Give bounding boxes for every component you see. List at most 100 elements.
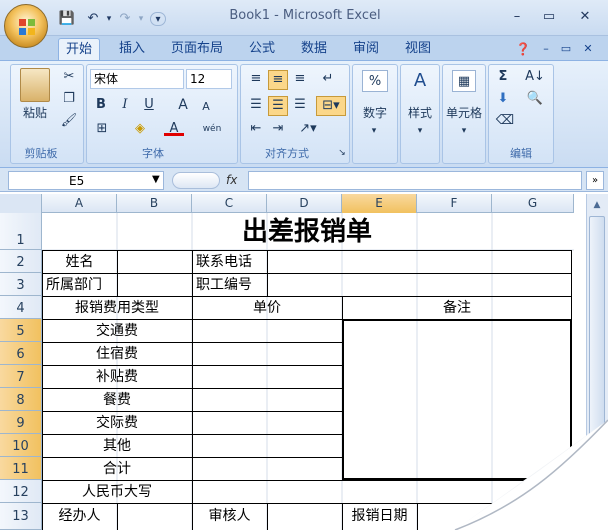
help-icon[interactable]: ❓ <box>512 38 534 60</box>
row-header-10[interactable]: 10 <box>0 434 42 457</box>
office-button[interactable] <box>4 4 48 48</box>
number-button[interactable]: 数字 <box>354 104 396 121</box>
format-painter-icon[interactable]: 🖌 <box>60 112 78 130</box>
row-header-4[interactable]: 4 <box>0 296 42 319</box>
fill-color-icon[interactable]: ◈ <box>130 120 150 138</box>
copy-icon[interactable]: ❐ <box>60 90 78 108</box>
reviewer-label-cell[interactable]: 审核人 <box>192 506 267 526</box>
handler-label-cell[interactable]: 经办人 <box>42 506 117 526</box>
align-center-icon[interactable]: ☰ <box>268 96 288 116</box>
border-icon[interactable]: ⊞ <box>92 120 112 138</box>
row-header-6[interactable]: 6 <box>0 342 42 365</box>
find-select-icon[interactable]: 🔍 <box>522 90 548 108</box>
total-cell[interactable]: 合计 <box>42 459 192 479</box>
grow-font-button[interactable]: A <box>174 96 192 114</box>
increase-indent-icon[interactable]: ⇥ <box>268 120 288 138</box>
row-header-5[interactable]: 5 <box>0 319 42 342</box>
styles-button[interactable]: 样式 <box>402 104 438 121</box>
dept-label-cell[interactable]: 所属部门 <box>42 275 117 295</box>
expense-item-cell[interactable]: 住宿费 <box>42 344 192 364</box>
expense-item-cell[interactable]: 其他 <box>42 436 192 456</box>
autosum-button[interactable]: Σ <box>494 68 512 86</box>
phone-label-cell[interactable]: 联系电话 <box>192 252 267 272</box>
formula-bar-splitter[interactable] <box>172 172 220 189</box>
row-header-1[interactable]: 1 <box>0 213 42 250</box>
cells-dropdown-icon[interactable]: ▾ <box>459 122 469 140</box>
note-header-cell[interactable]: 备注 <box>342 298 572 318</box>
row-header-3[interactable]: 3 <box>0 273 42 296</box>
ribbon-minimize-icon[interactable]: – <box>536 38 556 60</box>
row-header-9[interactable]: 9 <box>0 411 42 434</box>
font-color-button[interactable]: A <box>164 120 184 136</box>
expense-item-cell[interactable]: 交通费 <box>42 321 192 341</box>
redo-icon[interactable]: ↷ <box>114 10 136 28</box>
number-dropdown-icon[interactable]: ▾ <box>369 122 379 140</box>
column-header-d[interactable]: D <box>267 194 342 213</box>
column-header-b[interactable]: B <box>117 194 192 213</box>
name-label-cell[interactable]: 姓名 <box>42 252 117 272</box>
expense-item-cell[interactable]: 交际费 <box>42 413 192 433</box>
column-header-f[interactable]: F <box>417 194 492 213</box>
name-box-dropdown-icon[interactable]: ▼ <box>152 172 162 188</box>
merge-center-icon[interactable]: ⊟▾ <box>316 96 346 116</box>
insert-function-button[interactable]: fx <box>226 171 246 190</box>
align-bottom-icon[interactable]: ≡ <box>290 70 310 88</box>
align-right-icon[interactable]: ☰ <box>290 96 310 114</box>
align-left-icon[interactable]: ☰ <box>246 96 266 114</box>
expense-item-cell[interactable]: 补贴费 <box>42 367 192 387</box>
rmb-label-cell[interactable]: 人民币大写 <box>42 482 192 502</box>
tab-page-layout[interactable]: 页面布局 <box>164 38 230 60</box>
row-header-8[interactable]: 8 <box>0 388 42 411</box>
column-header-e[interactable]: E <box>342 194 417 213</box>
ribbon-close-icon[interactable]: ✕ <box>578 38 598 60</box>
bold-button[interactable]: B <box>92 96 110 114</box>
tab-home[interactable]: 开始 <box>58 38 100 60</box>
row-header-2[interactable]: 2 <box>0 250 42 273</box>
expense-type-header-cell[interactable]: 报销费用类型 <box>42 298 192 318</box>
staff-id-label-cell[interactable]: 职工编号 <box>192 275 267 295</box>
paste-icon[interactable] <box>20 68 50 102</box>
undo-dropdown-icon[interactable]: ▾ <box>104 10 114 28</box>
tab-review[interactable]: 审阅 <box>346 38 386 60</box>
save-icon[interactable]: 💾 <box>58 10 76 28</box>
sort-filter-icon[interactable]: A↓ <box>522 68 548 86</box>
row-header-7[interactable]: 7 <box>0 365 42 388</box>
close-icon[interactable]: ✕ <box>574 8 596 26</box>
row-header-12[interactable]: 12 <box>0 480 42 503</box>
styles-icon[interactable]: A <box>408 70 432 92</box>
italic-button[interactable]: I <box>116 96 134 114</box>
alignment-launcher-icon[interactable]: ↘ <box>336 146 348 160</box>
underline-button[interactable]: U <box>140 96 158 114</box>
select-all-corner[interactable] <box>0 194 42 213</box>
column-header-c[interactable]: C <box>192 194 267 213</box>
scroll-thumb[interactable] <box>589 216 605 436</box>
cells-icon[interactable]: ▦ <box>452 70 476 92</box>
column-header-a[interactable]: A <box>42 194 117 213</box>
font-name-select[interactable]: 宋体 <box>90 69 184 89</box>
maximize-icon[interactable]: ▭ <box>538 8 560 26</box>
wrap-text-icon[interactable]: ↵ <box>318 70 338 88</box>
phonetic-button[interactable]: wén <box>200 120 224 138</box>
styles-dropdown-icon[interactable]: ▾ <box>415 122 425 140</box>
orientation-icon[interactable]: ↗▾ <box>296 120 320 138</box>
cut-icon[interactable]: ✂ <box>60 68 78 86</box>
column-header-g[interactable]: G <box>492 194 574 213</box>
align-top-icon[interactable]: ≡ <box>246 70 266 88</box>
align-middle-icon[interactable]: ≡ <box>268 70 288 90</box>
row-header-13[interactable]: 13 <box>0 503 42 530</box>
redo-dropdown-icon[interactable]: ▾ <box>136 10 146 28</box>
shrink-font-button[interactable]: A <box>198 98 214 116</box>
tab-formulas[interactable]: 公式 <box>242 38 282 60</box>
clear-icon[interactable]: ⌫ <box>494 112 516 130</box>
undo-icon[interactable]: ↶ <box>82 10 104 28</box>
date-label-cell[interactable]: 报销日期 <box>342 506 417 526</box>
minimize-icon[interactable]: – <box>506 8 528 26</box>
row-header-11[interactable]: 11 <box>0 457 42 480</box>
expand-formula-bar-icon[interactable]: » <box>586 171 604 190</box>
sheet-title[interactable]: 出差报销单 <box>42 215 572 249</box>
ribbon-restore-icon[interactable]: ▭ <box>556 38 576 60</box>
cells-button[interactable]: 单元格 <box>444 104 484 121</box>
tab-data[interactable]: 数据 <box>294 38 334 60</box>
expense-item-cell[interactable]: 餐费 <box>42 390 192 410</box>
fill-icon[interactable]: ⬇ <box>494 90 512 108</box>
